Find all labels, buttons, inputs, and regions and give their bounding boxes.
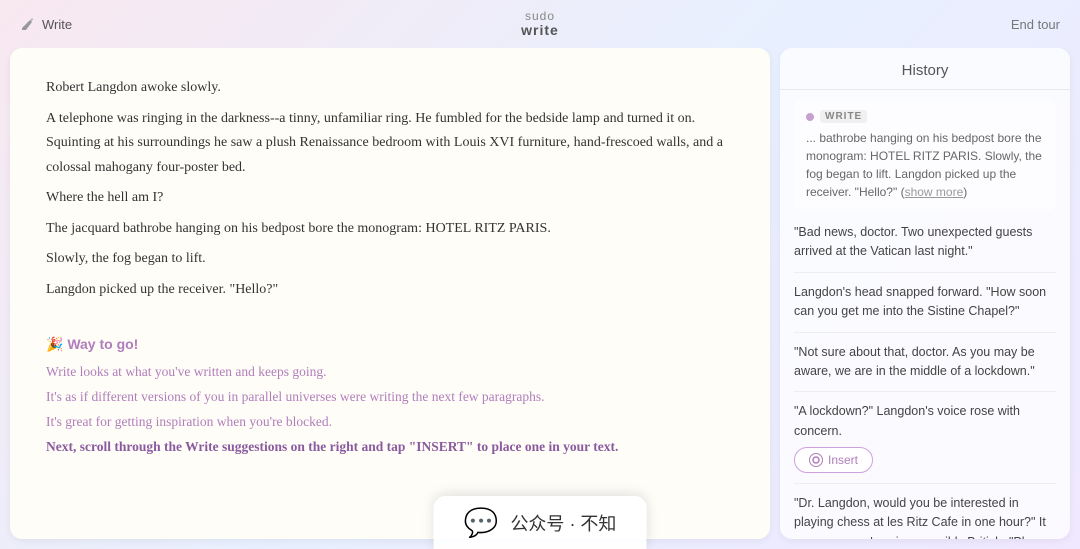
- history-header: History: [780, 48, 1070, 90]
- insert-icon-1: [809, 453, 823, 467]
- suggestion-line-3: It's great for getting inspiration when …: [46, 411, 734, 434]
- topbar: Write sudo write End tour: [0, 0, 1080, 48]
- logo-bottom: write: [521, 23, 559, 38]
- history-item-1: "Bad news, doctor. Two unexpected guests…: [794, 223, 1056, 273]
- paragraph-4: The jacquard bathrobe hanging on his bed…: [46, 217, 734, 242]
- write-label: Write: [42, 17, 72, 32]
- suggestion-box: 🎉 Way to go! Write looks at what you've …: [46, 336, 734, 459]
- history-write-label: WRITE: [806, 110, 1044, 123]
- paragraph-2: A telephone was ringing in the darkness-…: [46, 107, 734, 181]
- history-write-section: WRITE ... bathrobe hanging on his bedpos…: [794, 100, 1056, 211]
- app-logo: sudo write: [521, 10, 559, 39]
- write-dot-icon: [806, 113, 814, 121]
- show-more-link[interactable]: show more: [905, 185, 964, 199]
- paragraph-1: Robert Langdon awoke slowly.: [46, 76, 734, 101]
- paragraph-3: Where the hell am I?: [46, 186, 734, 211]
- history-body[interactable]: WRITE ... bathrobe hanging on his bedpos…: [780, 90, 1070, 539]
- paragraph-5: Slowly, the fog began to lift.: [46, 247, 734, 272]
- paragraph-6: Langdon picked up the receiver. "Hello?": [46, 278, 734, 303]
- insert-button-1[interactable]: Insert: [794, 447, 873, 473]
- insert-label-1: Insert: [828, 453, 858, 467]
- editor-content: Robert Langdon awoke slowly. A telephone…: [46, 76, 734, 302]
- editor-panel[interactable]: Robert Langdon awoke slowly. A telephone…: [10, 48, 770, 539]
- suggestion-lines: Write looks at what you've written and k…: [46, 361, 734, 459]
- history-panel: History WRITE ... bathrobe hanging on hi…: [780, 48, 1070, 539]
- suggestion-title: 🎉 Way to go!: [46, 336, 734, 353]
- history-item-4: "A lockdown?" Langdon's voice rose with …: [794, 402, 1056, 484]
- end-tour-button[interactable]: End tour: [1011, 17, 1060, 32]
- suggestion-line-2: It's as if different versions of you in …: [46, 386, 734, 409]
- history-item-3: "Not sure about that, doctor. As you may…: [794, 343, 1056, 393]
- history-item-5: "Dr. Langdon, would you be interested in…: [794, 494, 1056, 539]
- history-write-text: ... bathrobe hanging on his bedpost bore…: [806, 129, 1044, 201]
- pen-icon: [20, 16, 36, 32]
- write-badge: WRITE: [820, 110, 867, 123]
- suggestion-line-1: Write looks at what you've written and k…: [46, 361, 734, 384]
- write-button[interactable]: Write: [20, 16, 72, 32]
- suggestion-line-4: Next, scroll through the Write suggestio…: [46, 436, 734, 459]
- history-item-2: Langdon's head snapped forward. "How soo…: [794, 283, 1056, 333]
- main-layout: Robert Langdon awoke slowly. A telephone…: [0, 48, 1080, 549]
